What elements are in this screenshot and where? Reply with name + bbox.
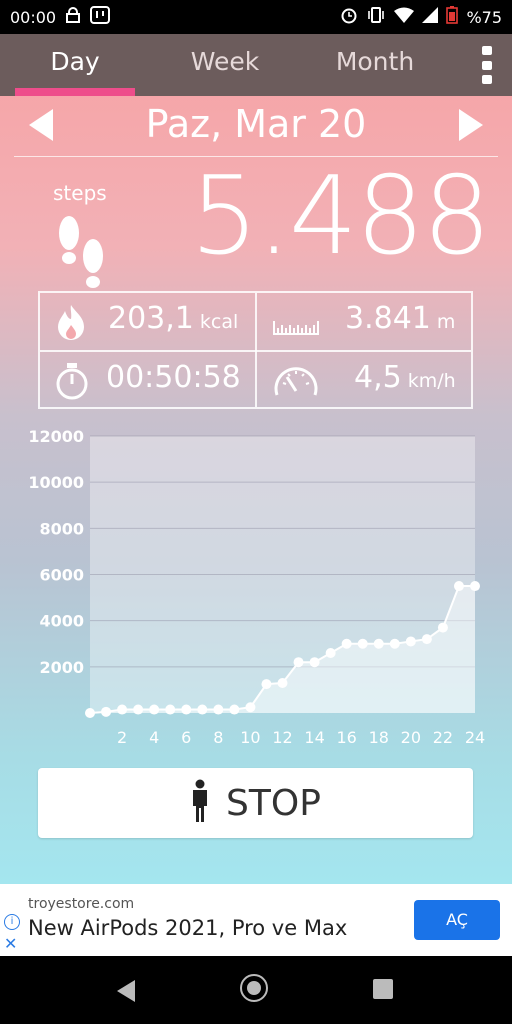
battery-percent: %75 <box>466 7 502 27</box>
ad-banner[interactable]: i ✕ troyestore.com New AirPods 2021, Pro… <box>0 884 512 956</box>
wifi-icon <box>394 7 415 27</box>
calories-unit: kcal <box>199 311 239 333</box>
chart-point <box>213 704 224 715</box>
ad-info-icon[interactable]: i <box>4 914 20 930</box>
calories-value: 203,1 <box>108 301 194 336</box>
speed-unit: km/h <box>407 370 456 392</box>
distance-stat: 3.841 m <box>345 301 455 336</box>
back-icon[interactable] <box>117 980 135 1002</box>
tab-month[interactable]: Month <box>300 34 450 96</box>
stopwatch-icon <box>54 361 90 405</box>
next-day-arrow-icon[interactable] <box>459 109 483 141</box>
x-tick-label: 14 <box>304 728 324 747</box>
walking-person-icon <box>190 779 210 827</box>
x-tick-label: 8 <box>213 728 223 747</box>
y-tick-label: 4000 <box>39 612 84 631</box>
ad-close-icon[interactable]: ✕ <box>4 934 17 953</box>
tab-bar: Day Week Month <box>0 34 512 96</box>
distance-value: 3.841 <box>345 301 431 336</box>
status-time: 00:00 <box>10 7 57 27</box>
speed-value: 4,5 <box>354 360 402 395</box>
app-screen: Day Week Month Paz, Mar 20 steps 5.488 2… <box>0 34 512 884</box>
vibrate-icon <box>366 6 386 28</box>
alarm-icon <box>340 6 358 28</box>
chart-point <box>165 704 176 715</box>
steps-label: steps <box>53 181 107 205</box>
y-tick-label: 12000 <box>30 427 84 446</box>
speedometer-icon <box>272 361 320 405</box>
chart-point <box>181 704 192 715</box>
calories-stat: 203,1 kcal <box>108 301 238 336</box>
chart-point <box>293 657 304 668</box>
status-bar: 00:00 %75 <box>0 0 512 34</box>
chart-point <box>470 581 480 592</box>
y-tick-label: 10000 <box>30 473 84 492</box>
hourly-steps-chart: 120001000080006000400020002 4 6 8 10 12 14 16 18… <box>30 427 485 747</box>
system-nav-bar <box>0 956 512 1024</box>
duration-value: 00:50:58 <box>106 360 241 395</box>
flame-icon <box>54 303 88 345</box>
x-tick-label: 12 <box>272 728 292 747</box>
footprints-icon <box>52 211 112 301</box>
y-tick-label: 6000 <box>39 566 84 585</box>
chart-point <box>325 647 336 658</box>
duration-stat: 00:50:58 <box>106 360 241 395</box>
distance-unit: m <box>436 311 456 333</box>
x-tick-label: 18 <box>369 728 389 747</box>
chart-point <box>85 708 95 718</box>
x-tick-label: 6 <box>181 728 191 747</box>
x-tick-label: 10 <box>240 728 260 747</box>
x-tick-label: 22 <box>433 728 453 747</box>
chart-point <box>341 638 352 649</box>
x-tick-label: 2 <box>117 728 127 747</box>
chart-point <box>197 704 208 715</box>
app-notification-icon <box>90 6 111 28</box>
x-tick-label: 16 <box>336 728 356 747</box>
chart-point <box>245 702 256 713</box>
tab-day[interactable]: Day <box>0 34 150 96</box>
chart-point <box>357 638 368 649</box>
date-navigation: Paz, Mar 20 <box>0 96 512 158</box>
battery-icon <box>446 6 459 28</box>
speed-stat: 4,5 km/h <box>354 360 456 395</box>
chart-point <box>117 704 128 715</box>
chart-point <box>133 704 144 715</box>
stop-label: STOP <box>226 782 321 824</box>
overflow-menu-icon[interactable] <box>482 46 492 84</box>
y-tick-label: 8000 <box>39 519 84 538</box>
date-label: Paz, Mar 20 <box>145 102 367 146</box>
tab-week[interactable]: Week <box>150 34 300 96</box>
recent-apps-icon[interactable] <box>373 979 393 999</box>
ruler-icon <box>272 315 320 339</box>
steps-count: 5.488 <box>190 154 491 279</box>
ad-title: New AirPods 2021, Pro ve Max <box>28 916 348 940</box>
stop-button[interactable]: STOP <box>38 768 473 838</box>
ad-domain: troyestore.com <box>28 896 135 912</box>
chart-point <box>437 622 448 633</box>
chart-point <box>405 636 416 647</box>
chart-point <box>277 677 288 688</box>
home-icon[interactable] <box>240 974 268 1002</box>
x-tick-label: 20 <box>401 728 421 747</box>
chart-point <box>421 634 432 645</box>
stats-grid: 203,1 kcal 3.841 m 00:50:58 4,5 km/h <box>38 291 473 409</box>
y-tick-label: 2000 <box>39 658 84 677</box>
chart-point <box>373 638 384 649</box>
x-tick-label: 24 <box>465 728 485 747</box>
chart-point <box>309 657 320 668</box>
x-tick-label: 4 <box>149 728 159 747</box>
ad-open-button[interactable]: AÇ <box>414 900 500 940</box>
chart-point <box>149 704 160 715</box>
chart-point <box>453 581 464 592</box>
lock-icon <box>66 7 81 27</box>
chart-point <box>229 704 240 715</box>
chart-point <box>389 638 400 649</box>
chart-point <box>261 679 272 690</box>
signal-icon <box>422 7 439 27</box>
chart-point <box>101 706 112 717</box>
